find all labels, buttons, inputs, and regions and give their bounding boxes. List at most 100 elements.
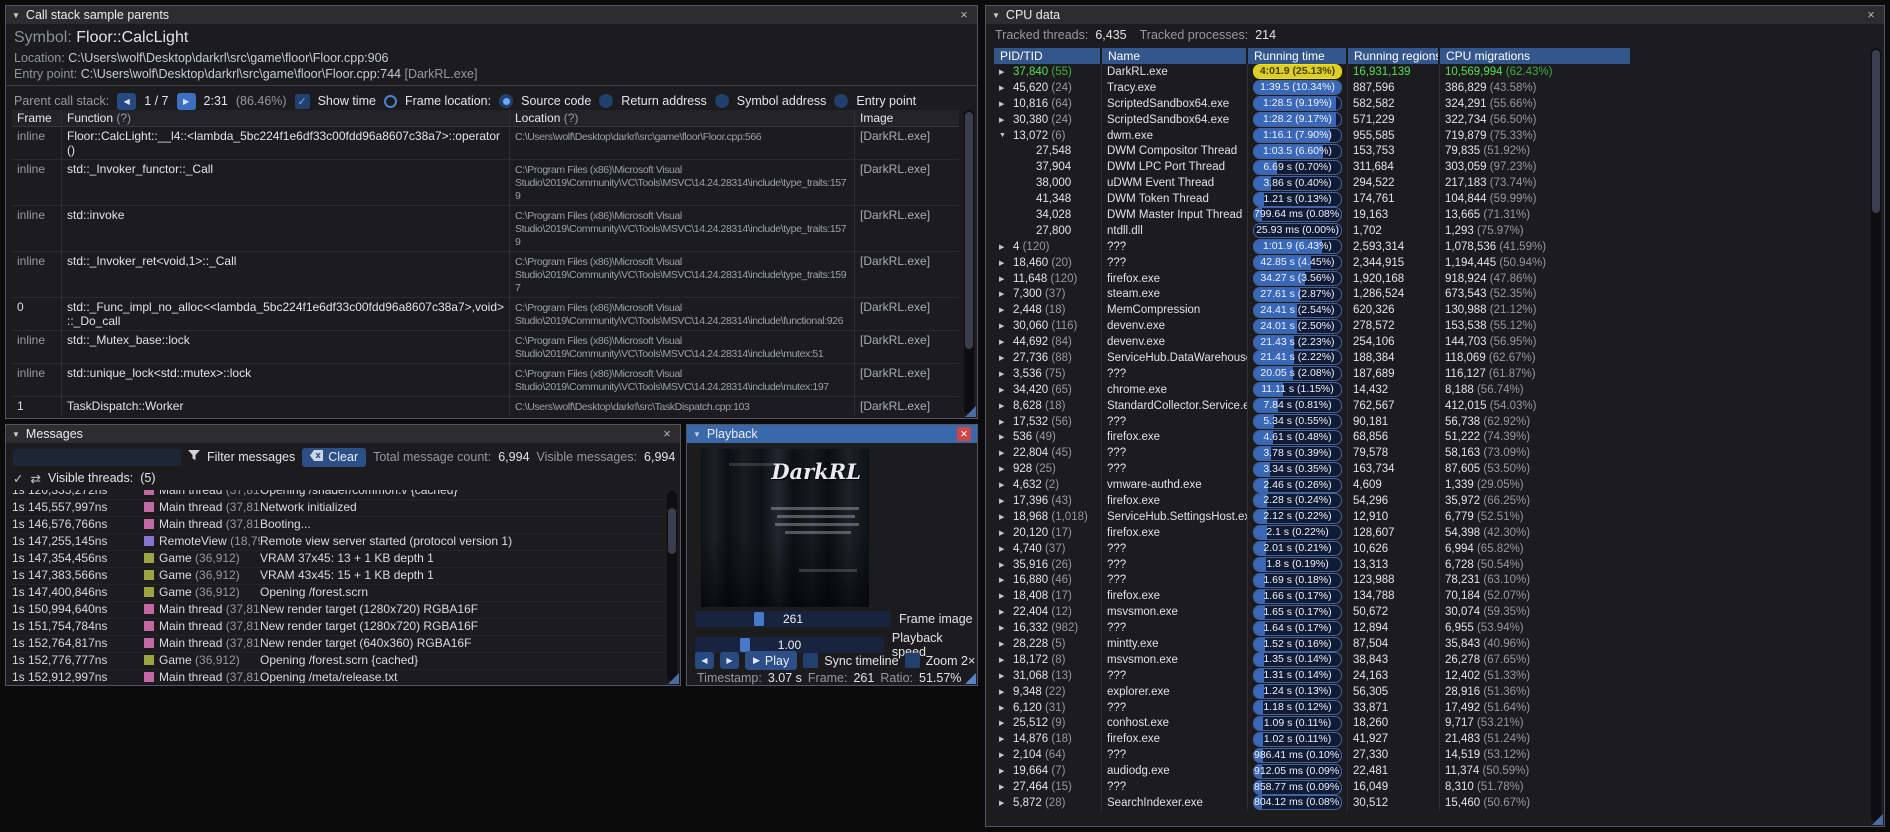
play-button[interactable]: ▶ Play xyxy=(745,651,798,670)
resize-grip[interactable] xyxy=(965,406,976,417)
expand-row-icon[interactable]: ▶ xyxy=(999,84,1013,92)
message-row[interactable]: 1s 145,557,997ns Main thread (37,812)Netw… xyxy=(12,500,664,517)
next-callstack-button[interactable]: ▶ xyxy=(176,92,196,110)
playback-titlebar[interactable]: ▼ Playback × xyxy=(687,425,977,443)
expand-row-icon[interactable]: ▶ xyxy=(999,449,1013,457)
cpu-row[interactable]: ▶ 25,512 (9) conhost.exe 1.09 s (0.11%) 18,2… xyxy=(994,715,1868,732)
cpu-row[interactable]: ▶ 18,460 (20)??? 42.85 s (4.45%) 2,344,915 1… xyxy=(994,254,1868,271)
message-row[interactable]: 1s 150,994,640ns Main thread (37,812)New … xyxy=(12,602,664,619)
message-row[interactable]: 1s 152,912,997ns Main thread (37,812)Open… xyxy=(12,670,664,683)
close-icon[interactable]: × xyxy=(1864,8,1878,22)
cpu-row[interactable]: ▶ 2,448 (18) MemCompression 24.41 s (2.54%)… xyxy=(994,302,1868,319)
expand-row-icon[interactable]: ▶ xyxy=(999,751,1013,759)
cpu-row[interactable]: ▶ 7,300 (37) steam.exe 27.61 s (2.87%) 1,286… xyxy=(994,286,1868,303)
message-row[interactable]: 1s 147,354,456ns Game (36,912) VRAM 37x45:… xyxy=(12,551,664,568)
resize-grip[interactable] xyxy=(668,673,679,684)
cpu-row[interactable]: ▶ 19,664 (7) audiodg.exe 912.05 ms (0.09%) 2… xyxy=(994,763,1868,780)
close-icon[interactable]: × xyxy=(660,427,674,441)
expand-row-icon[interactable]: ▶ xyxy=(999,529,1013,537)
message-row[interactable]: 1s 147,383,566ns Game (36,912) VRAM 43x45:… xyxy=(12,568,664,585)
col-location[interactable]: Location (?) xyxy=(510,110,855,126)
message-row[interactable]: 1s 152,776,777ns Game (36,912) Opening /fo… xyxy=(12,653,664,670)
cpu-row[interactable]: ▶ 37,840 (55) DarkRL.exe 4:01.9 (25.13%) 16,… xyxy=(994,64,1868,80)
expand-row-icon[interactable]: ▶ xyxy=(999,672,1013,680)
cpu-row[interactable]: ▶ 16,332 (982)??? 1.64 s (0.17%) 12,894 6,95… xyxy=(994,620,1868,637)
radio-symbol-address[interactable] xyxy=(714,94,729,108)
cpu-row[interactable]: ▶ 31,068 (13)??? 1.31 s (0.14%) 24,163 12,40… xyxy=(994,667,1868,684)
radio-return-address[interactable] xyxy=(599,94,614,108)
cpu-row[interactable]: ▶ 9,348 (22) explorer.exe 1.24 s (0.13%) 56,… xyxy=(994,683,1868,700)
message-row[interactable]: 1s 120,335,272ns Main thread (37,812)Open… xyxy=(12,490,664,500)
shuffle-icon[interactable]: ⇄ xyxy=(30,471,40,486)
cpu-row[interactable]: ▶ 22,404 (12) msvsmon.exe 1.65 s (0.17%) 50,… xyxy=(994,604,1868,621)
clear-button[interactable]: Clear xyxy=(302,447,367,467)
close-icon[interactable]: × xyxy=(957,427,971,441)
cpu-row[interactable]: ▶ 928 (25)??? 3.34 s (0.35%) 163,734 87,605 … xyxy=(994,461,1868,478)
cpu-row[interactable]: ▶ 18,968 (1,018) ServiceHub.SettingsHost.e… xyxy=(994,508,1868,525)
resize-grip[interactable] xyxy=(965,673,976,684)
expand-row-icon[interactable]: ▶ xyxy=(999,688,1013,696)
radio-source-code[interactable] xyxy=(499,94,514,108)
message-row[interactable]: 1s 147,400,846ns Game (36,912) Opening /fo… xyxy=(12,585,664,602)
expand-row-icon[interactable]: ▶ xyxy=(999,465,1013,473)
cpu-row[interactable]: ▶ 20,120 (17) firefox.exe 2.1 s (0.22%) 128,… xyxy=(994,524,1868,541)
callstack-row[interactable]: inline std::_Invoker_ret<void,1>::_Call C:… xyxy=(12,252,959,298)
cpu-row[interactable]: ▶27,736 (88)ServiceHub.DataWarehouseHost… xyxy=(994,350,1868,366)
expand-row-icon[interactable]: ▶ xyxy=(999,418,1013,426)
cpu-row[interactable]: 38,000 uDWM Event Thread 3.86 s (0.40%) 294… xyxy=(994,175,1868,192)
prev-callstack-button[interactable]: ◀ xyxy=(117,92,137,110)
callstack-row[interactable]: inline std::unique_lock<std::mutex>::lock… xyxy=(12,364,959,397)
expand-row-icon[interactable]: ▶ xyxy=(999,433,1013,441)
expand-row-icon[interactable]: ▶ xyxy=(999,545,1013,553)
expand-row-icon[interactable]: ▶ xyxy=(999,338,1013,346)
callstack-row[interactable]: inline std::invoke C:\Program Files (x86)\… xyxy=(12,206,959,252)
expand-row-icon[interactable]: ▶ xyxy=(999,370,1013,378)
visible-threads-label[interactable]: Visible threads: xyxy=(48,471,133,485)
expand-row-icon[interactable]: ▶ xyxy=(999,306,1013,314)
expand-row-icon[interactable]: ▶ xyxy=(999,481,1013,489)
collapse-icon[interactable]: ▼ xyxy=(693,430,701,439)
sync-timeline-checkbox[interactable] xyxy=(803,653,819,668)
scrollbar-handle[interactable] xyxy=(965,112,973,350)
expand-row-icon[interactable]: ▶ xyxy=(999,322,1013,330)
expand-row-icon[interactable]: ▶ xyxy=(999,640,1013,648)
cpu-row[interactable]: ▶ 18,408 (17) firefox.exe 1.66 s (0.17%) 134… xyxy=(994,588,1868,605)
cpu-row[interactable]: ▶ 44,692 (84) devenv.exe 21.43 s (2.23%) 254… xyxy=(994,334,1868,351)
close-icon[interactable]: × xyxy=(957,8,971,22)
cpu-row[interactable]: ▶ 27,464 (15)??? 858.77 ms (0.09%) 16,049 8,… xyxy=(994,779,1868,795)
expand-row-icon[interactable]: ▶ xyxy=(999,497,1013,505)
cpu-row[interactable]: 34,028 DWM Master Input Thread 799.64 ms (… xyxy=(994,207,1868,223)
expand-row-icon[interactable]: ▶ xyxy=(999,290,1013,298)
cpu-row[interactable]: 27,800 ntdll.dll 25.93 ms (0.00%) 1,702 1,29… xyxy=(994,222,1868,239)
expand-row-icon[interactable]: ▶ xyxy=(999,735,1013,743)
cpu-row[interactable]: ▶ 34,420 (65) chrome.exe 11.11 s (1.15%) 14,… xyxy=(994,381,1868,398)
callstack-row[interactable]: inline std::_Invoker_functor::_Call C:\Pro… xyxy=(12,160,959,206)
callstack-titlebar[interactable]: ▼ Call stack sample parents × xyxy=(6,6,977,24)
zoom-2x-checkbox[interactable] xyxy=(904,653,920,668)
scrollbar-handle[interactable] xyxy=(1872,50,1880,213)
messages-titlebar[interactable]: ▼ Messages × xyxy=(6,425,680,443)
cpu-row[interactable]: ▶ 45,620 (24) Tracy.exe 1:39.5 (10.34%) 887,… xyxy=(994,79,1868,96)
callstack-row[interactable]: 1 TaskDispatch::Worker C:\Users\wolf\Deskt… xyxy=(12,397,959,415)
cpu-row[interactable]: ▶ 30,380 (24) ScriptedSandbox64.exe 1:28.2 … xyxy=(994,111,1868,128)
col-pid-tid[interactable]: PID/TID xyxy=(994,48,1102,64)
cpu-row[interactable]: ▶ 10,816 (64) ScriptedSandbox64.exe 1:28.5 … xyxy=(994,95,1868,112)
expand-row-icon[interactable]: ▶ xyxy=(999,100,1013,108)
cpu-row[interactable]: ▶ 4,740 (37)??? 2.01 s (0.21%) 10,626 6,994 … xyxy=(994,540,1868,557)
cpu-row[interactable]: ▶ 16,880 (46)??? 1.69 s (0.18%) 123,988 78,2… xyxy=(994,572,1868,589)
expand-row-icon[interactable]: ▶ xyxy=(999,592,1013,600)
expand-row-icon[interactable]: ▶ xyxy=(999,767,1013,775)
cpu-row[interactable]: ▶ 17,396 (43) firefox.exe 2.28 s (0.24%) 54,… xyxy=(994,493,1868,509)
message-row[interactable]: 1s 152,764,817ns Main thread (37,812)New … xyxy=(12,636,664,653)
collapse-icon[interactable]: ▼ xyxy=(12,430,20,439)
message-row[interactable]: 1s 151,754,784ns Main thread (37,812)New … xyxy=(12,619,664,636)
cpu-row[interactable]: ▶ 30,060 (116) devenv.exe 24.01 s (2.50%) 27… xyxy=(994,318,1868,335)
frame-image-slider[interactable]: 261 xyxy=(695,611,891,627)
message-row[interactable]: 1s 147,255,145ns RemoteView (18,796)Remot… xyxy=(12,534,664,551)
expand-row-icon[interactable]: ▶ xyxy=(999,275,1013,283)
cpu-row[interactable]: ▶ 28,228 (5) mintty.exe 1.52 s (0.16%) 87,50… xyxy=(994,636,1868,652)
cpu-row[interactable]: ▶ 2,104 (64)??? 986.41 ms (0.10%) 27,330 14,… xyxy=(994,747,1868,764)
collapse-row-icon[interactable]: ▼ xyxy=(999,132,1013,139)
expand-row-icon[interactable]: ▶ xyxy=(999,513,1013,521)
cpu-titlebar[interactable]: ▼ CPU data × xyxy=(986,6,1884,24)
